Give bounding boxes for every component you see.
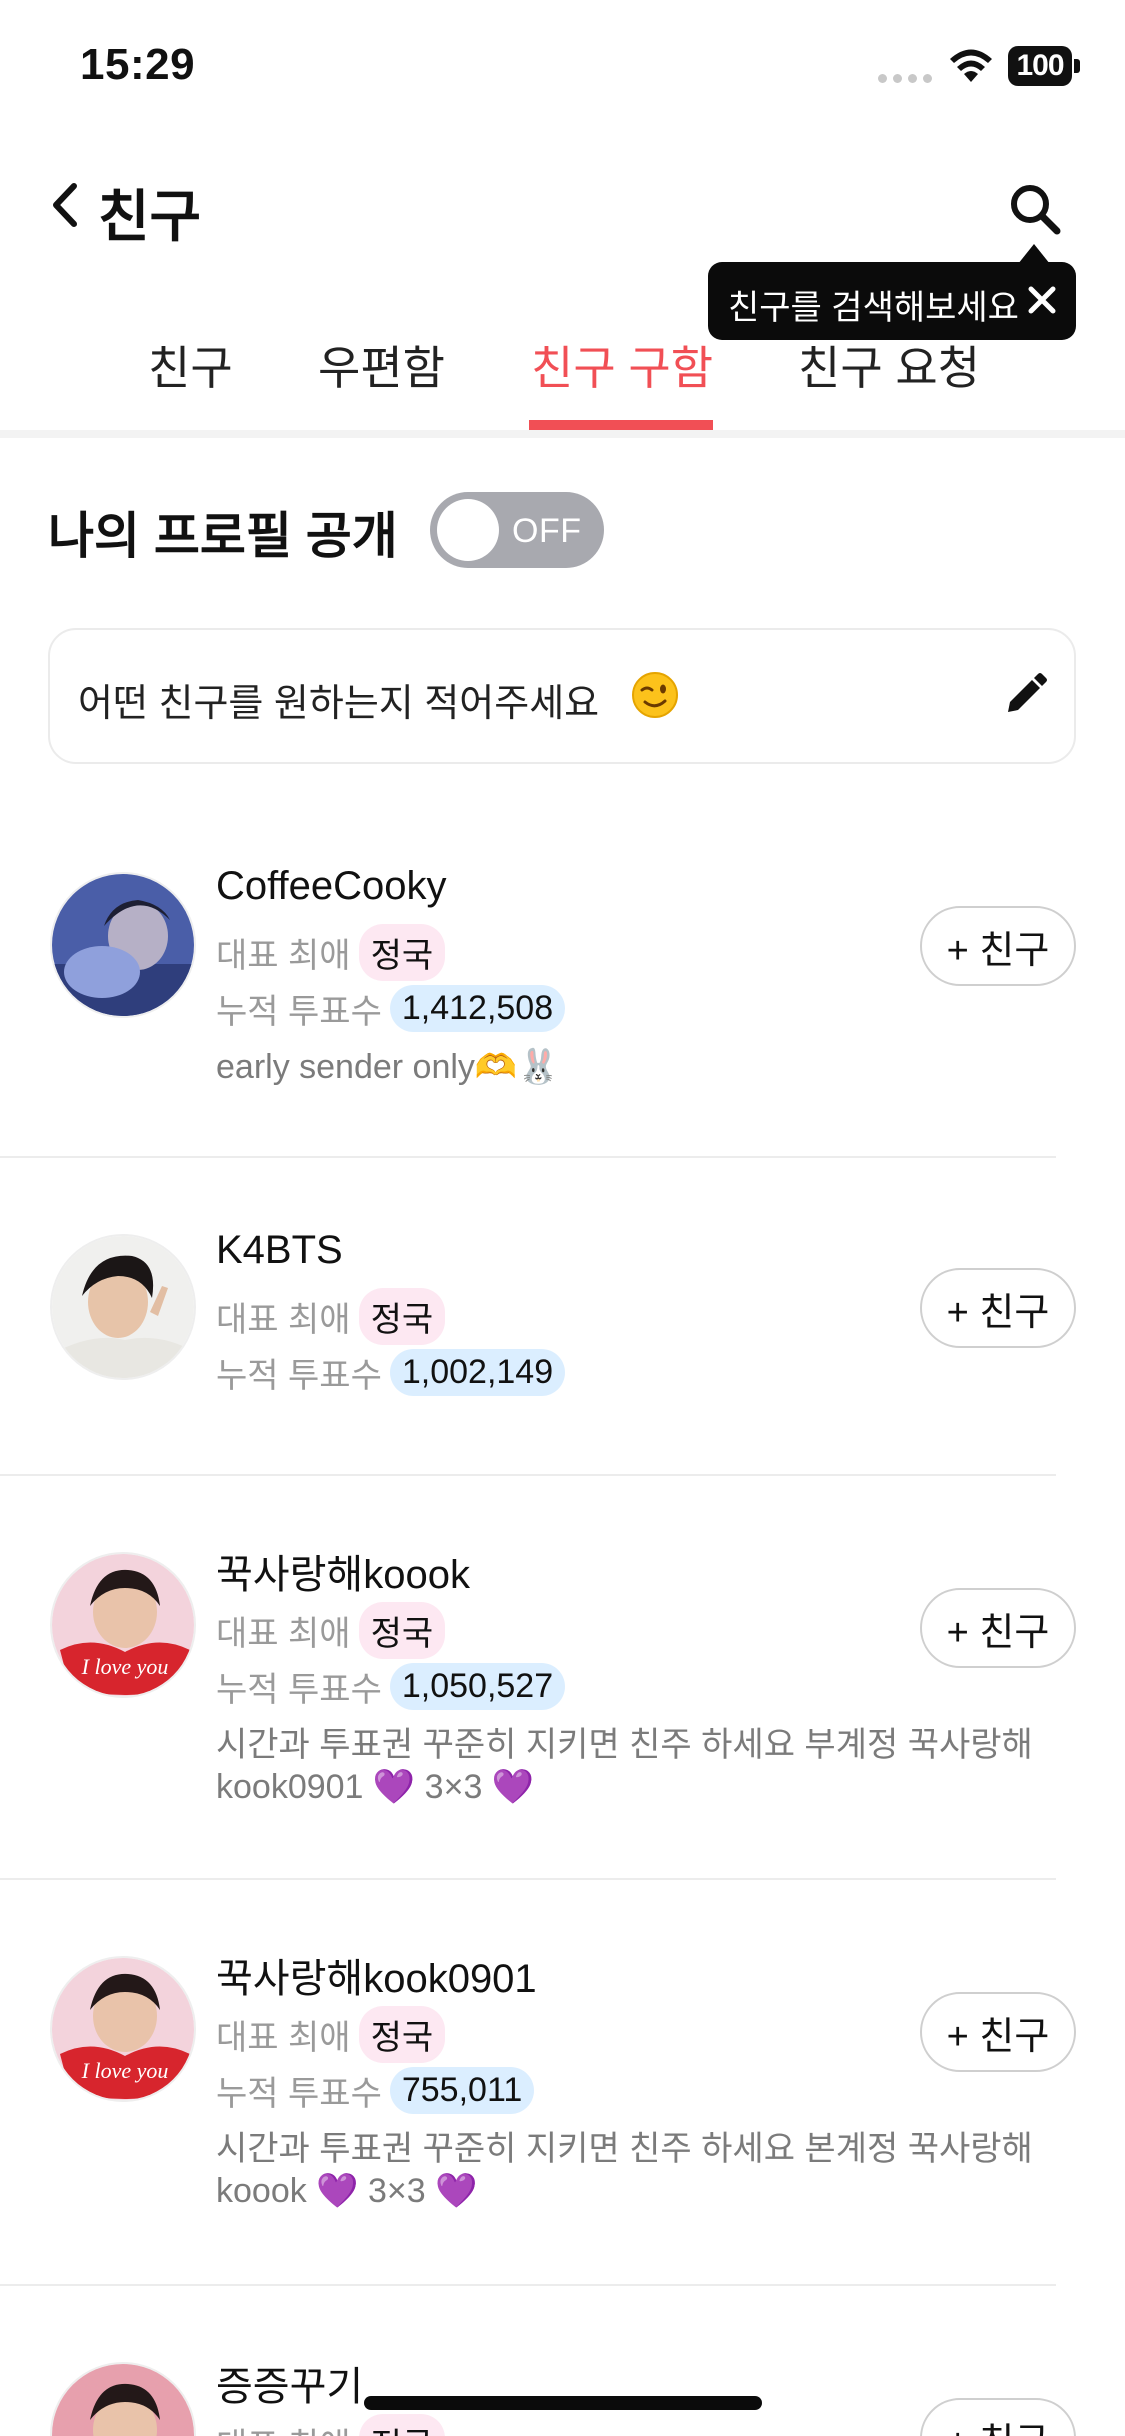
friend-nickname[interactable]: 증증꾸기 — [216, 2354, 363, 2412]
votes-label: 누적 투표수 — [216, 1671, 382, 1709]
search-icon — [1011, 185, 1061, 235]
votes-badge: 755,011 — [389, 2067, 535, 2114]
friend-list-item: I love you 꾹사랑해koook 대표 최애 정국 누적 투표수 1,0… — [0, 1540, 1125, 1880]
list-divider — [0, 1878, 1056, 1880]
votes-row: 누적 투표수 1,412,508 — [216, 984, 566, 1033]
wifi-icon — [948, 46, 994, 86]
add-friend-button[interactable]: + 친구 — [920, 1268, 1076, 1348]
tab-friends[interactable]: 친구 — [148, 332, 233, 398]
battery-level: 100 — [1008, 46, 1072, 86]
add-friend-button[interactable]: + 친구 — [920, 2398, 1076, 2436]
bias-badge: 정국 — [358, 2414, 446, 2436]
chevron-left-icon — [53, 183, 77, 227]
battery-icon: 100 — [1008, 46, 1080, 86]
add-friend-button[interactable]: + 친구 — [920, 1992, 1076, 2072]
votes-badge: 1,050,527 — [389, 1663, 566, 1710]
tab-find-friends[interactable]: 친구 구함 — [531, 332, 713, 398]
add-friend-button[interactable]: + 친구 — [920, 906, 1076, 986]
bias-label: 대표 최애 — [216, 1615, 351, 1653]
status-time: 15:29 — [80, 40, 196, 89]
winking-face-icon — [632, 672, 678, 718]
bias-row: 대표 최애 정국 — [216, 2006, 446, 2063]
list-divider — [0, 1156, 1056, 1158]
friend-nickname[interactable]: CoffeeCooky — [216, 864, 447, 909]
pencil-icon — [1008, 673, 1047, 712]
votes-badge: 1,002,149 — [389, 1349, 566, 1396]
find-friends-screen: 15:29 100 친구 친구를 검색해보세요 친구 우편함 친구 구함 친구 … — [0, 0, 1125, 2436]
bias-label: 대표 최애 — [216, 1301, 351, 1339]
avatar[interactable] — [50, 872, 196, 1018]
votes-row: 누적 투표수 755,011 — [216, 2066, 535, 2115]
avatar[interactable]: I love you — [50, 1956, 196, 2102]
toggle-state: OFF — [512, 512, 582, 550]
bias-badge: 정국 — [358, 924, 446, 981]
friend-list-item: K4BTS 대표 최애 정국 누적 투표수 1,002,149 + 친구 — [0, 1220, 1125, 1474]
friend-bio: 시간과 투표권 꾸준히 지키면 친주 하세요 부계정 꾹사랑해 kook0901… — [216, 1726, 1033, 1806]
svg-text:I love you: I love you — [81, 1654, 169, 1679]
bias-badge: 정국 — [358, 2006, 446, 2063]
votes-row: 누적 투표수 1,050,527 — [216, 1662, 566, 1711]
avatar[interactable] — [50, 2362, 196, 2436]
active-tab-indicator — [529, 420, 713, 430]
tab-friend-requests[interactable]: 친구 요청 — [798, 332, 980, 398]
friend-list-item: CoffeeCooky 대표 최애 정국 누적 투표수 1,412,508 ea… — [0, 860, 1125, 1156]
bias-row: 대표 최애 정국 — [216, 2414, 446, 2436]
page-title: 친구 — [98, 185, 202, 248]
votes-label: 누적 투표수 — [216, 993, 382, 1031]
svg-text:I love you: I love you — [81, 2058, 169, 2083]
status-bar: 15:29 100 — [0, 0, 1125, 140]
friend-nickname[interactable]: K4BTS — [216, 1228, 343, 1273]
bias-row: 대표 최애 정국 — [216, 1288, 446, 1345]
edit-wish-button[interactable] — [998, 670, 1050, 722]
add-friend-button[interactable]: + 친구 — [920, 1588, 1076, 1668]
cellular-signal-icon — [878, 74, 932, 83]
friend-wish-input[interactable]: 어떤 친구를 원하는지 적어주세요 — [48, 628, 1076, 764]
votes-label: 누적 투표수 — [216, 1357, 382, 1395]
votes-badge: 1,412,508 — [389, 985, 566, 1032]
bias-badge: 정국 — [358, 1602, 446, 1659]
profile-visibility-label: 나의 프로필 공개 — [48, 508, 398, 564]
bias-badge: 정국 — [358, 1288, 446, 1345]
votes-label: 누적 투표수 — [216, 2075, 382, 2113]
list-divider — [0, 1474, 1056, 1476]
bias-row: 대표 최애 정국 — [216, 1602, 446, 1659]
home-indicator — [364, 2396, 762, 2410]
search-button[interactable] — [1000, 174, 1070, 244]
list-divider — [0, 2284, 1056, 2286]
avatar[interactable]: I love you — [50, 1552, 196, 1698]
friend-bio: early sender only🫶🐰 — [216, 1048, 560, 1086]
friend-wish-placeholder: 어떤 친구를 원하는지 적어주세요 — [78, 683, 600, 725]
friend-bio: 시간과 투표권 꾸준히 지키면 친주 하세요 본계정 꾹사랑해 koook 💜 … — [216, 2130, 1033, 2210]
tab-mailbox[interactable]: 우편함 — [318, 332, 445, 398]
friend-nickname[interactable]: 꾹사랑해koook — [216, 1542, 470, 1600]
friend-list-item: I love you 꾹사랑해kook0901 대표 최애 정국 누적 투표수 … — [0, 1944, 1125, 2284]
back-button[interactable] — [40, 170, 90, 240]
friend-nickname[interactable]: 꾹사랑해kook0901 — [216, 1946, 537, 2004]
profile-visibility-toggle[interactable]: OFF — [430, 492, 604, 568]
tab-bar: 친구 우편함 친구 구함 친구 요청 — [0, 310, 1125, 430]
avatar[interactable] — [50, 1234, 196, 1380]
toggle-knob — [437, 499, 499, 561]
bias-label: 대표 최애 — [216, 937, 351, 975]
tabs-divider — [0, 430, 1125, 438]
bias-label: 대표 최애 — [216, 2418, 351, 2436]
votes-row: 누적 투표수 1,002,149 — [216, 1348, 566, 1397]
bias-label: 대표 최애 — [216, 2019, 351, 2057]
bias-row: 대표 최애 정국 — [216, 924, 446, 981]
friend-list-item: 증증꾸기 대표 최애 정국 + 친구 — [0, 2350, 1125, 2436]
